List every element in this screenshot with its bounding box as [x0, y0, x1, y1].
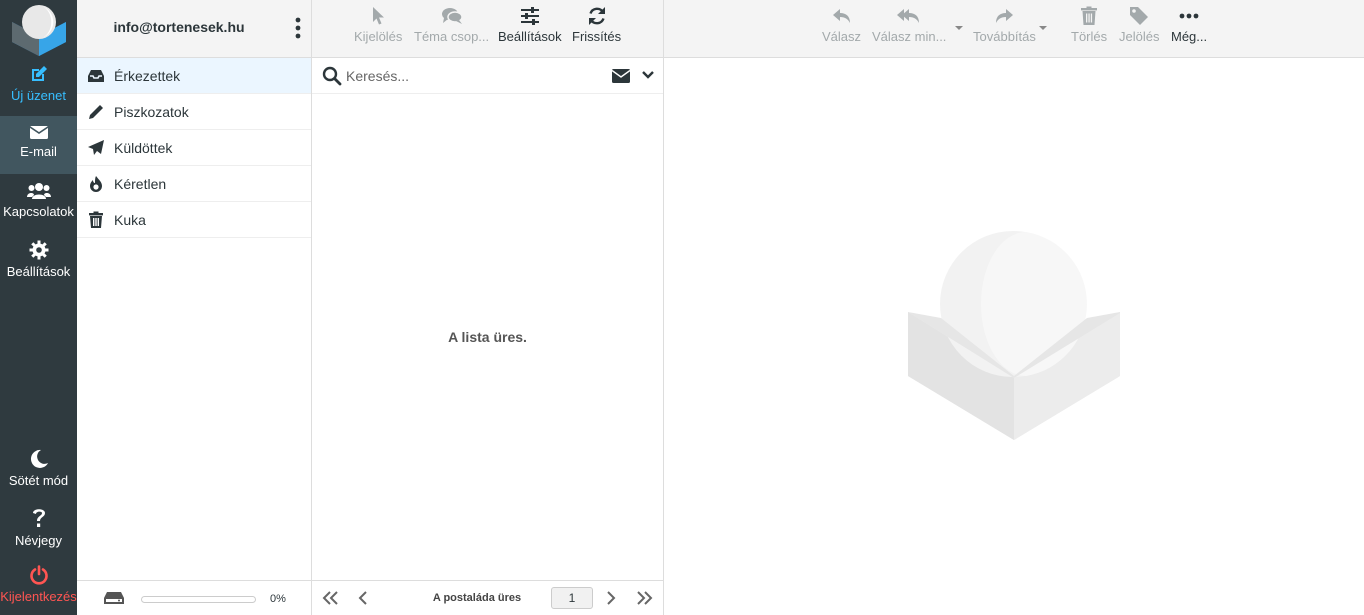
roundcube-watermark-logo — [908, 231, 1120, 440]
users-icon — [26, 183, 51, 199]
folder-drafts-label: Piszkozatok — [114, 104, 189, 120]
task-logout-label: Kijelentkezés — [0, 589, 77, 604]
delete-button-label: Törlés — [1071, 29, 1108, 44]
folder-trash[interactable]: Kuka — [77, 202, 311, 238]
last-page-icon[interactable] — [635, 591, 653, 605]
question-icon — [32, 509, 45, 527]
account-email: info@tortenesek.hu — [113, 19, 245, 35]
page-number-input[interactable]: 1 — [551, 587, 593, 609]
mark-button-label: Jelölés — [1119, 29, 1160, 44]
folder-panel: info@tortenesek.hu Érkezettek Piszkozato… — [77, 0, 312, 615]
pagination-footer: A postaláda üres 1 — [312, 580, 663, 615]
cursor-icon — [373, 7, 385, 25]
inbox-icon — [88, 70, 104, 82]
paper-plane-icon — [88, 140, 104, 155]
task-contacts-label: Kapcsolatok — [3, 204, 74, 219]
roundcube-logo[interactable] — [12, 4, 66, 56]
chevron-down-icon[interactable] — [642, 70, 654, 80]
hard-drive-icon — [104, 592, 124, 604]
pagination-status: A postaláda üres — [432, 592, 522, 604]
threads-button[interactable]: Téma csop... — [414, 6, 489, 44]
refresh-icon — [588, 7, 605, 25]
previous-page-icon[interactable] — [358, 591, 368, 605]
forward-button[interactable]: Továbbítás — [973, 6, 1036, 44]
folder-inbox[interactable]: Érkezettek — [77, 58, 311, 94]
forward-button-label: Továbbítás — [973, 29, 1036, 44]
reply-button-label: Válasz — [822, 29, 862, 44]
search-input[interactable] — [346, 64, 596, 88]
forward-icon — [996, 9, 1014, 23]
next-page-icon[interactable] — [606, 591, 616, 605]
list-toolbar: Kijelölés Téma csop... Beállítások Friss… — [312, 0, 663, 58]
threads-button-label: Téma csop... — [414, 29, 490, 44]
task-logout[interactable]: Kijelentkezés — [0, 557, 77, 615]
quota-footer: 0% — [77, 580, 311, 615]
more-button-label: Még... — [1171, 29, 1208, 44]
task-contacts[interactable]: Kapcsolatok — [0, 174, 77, 232]
task-mail-label: E-mail — [20, 144, 57, 159]
task-about[interactable]: Névjegy — [0, 499, 77, 557]
gear-icon — [29, 240, 48, 260]
task-dark-mode[interactable]: Sötét mód — [0, 441, 77, 499]
folder-trash-label: Kuka — [114, 212, 146, 228]
task-settings-label: Beállítások — [6, 264, 71, 279]
message-list-panel: Kijelölés Téma csop... Beállítások Friss… — [312, 0, 664, 615]
task-mail[interactable]: E-mail — [0, 116, 77, 174]
webmail-app: Új üzenet E-mail Kapcsolatok Beállítások… — [0, 0, 1364, 615]
message-toolbar: Válasz Válasz min... Továbbítás Törlés J… — [664, 0, 1364, 58]
empty-list-message: A lista üres. — [448, 329, 527, 345]
refresh-button-label: Frissítés — [572, 29, 622, 44]
reply-all-dropdown-icon[interactable] — [954, 25, 964, 31]
folder-header: info@tortenesek.hu — [77, 0, 311, 58]
envelope-filter-icon[interactable] — [612, 69, 630, 83]
folder-junk-label: Kéretlen — [114, 176, 167, 192]
folder-drafts[interactable]: Piszkozatok — [77, 94, 311, 130]
task-about-label: Névjegy — [15, 533, 62, 548]
envelope-icon — [29, 126, 48, 139]
folder-inbox-label: Érkezettek — [114, 68, 181, 84]
folder-junk[interactable]: Kéretlen — [77, 166, 311, 202]
comments-icon — [441, 8, 463, 24]
search-icon[interactable] — [322, 66, 342, 86]
mark-button[interactable]: Jelölés — [1119, 6, 1159, 44]
reply-button[interactable]: Válasz — [822, 6, 861, 44]
quota-bar — [141, 596, 256, 603]
forward-dropdown-icon[interactable] — [1038, 25, 1048, 31]
search-bar — [312, 58, 663, 94]
folder-sent[interactable]: Küldöttek — [77, 130, 311, 166]
list-options-button-label: Beállítások — [498, 29, 562, 44]
reply-icon — [832, 9, 850, 23]
moon-icon — [30, 449, 48, 468]
ellipsis-icon — [1179, 13, 1199, 19]
sliders-icon — [520, 7, 539, 25]
more-button[interactable]: Még... — [1171, 6, 1207, 44]
task-settings[interactable]: Beállítások — [0, 232, 77, 290]
select-button-label: Kijelölés — [354, 29, 403, 44]
fire-icon — [90, 176, 102, 192]
kebab-menu-icon[interactable] — [293, 17, 303, 39]
task-menu: Új üzenet E-mail Kapcsolatok Beállítások… — [0, 0, 77, 615]
first-page-icon[interactable] — [322, 591, 340, 605]
folder-sent-label: Küldöttek — [114, 140, 173, 156]
trash-icon — [89, 211, 103, 228]
tag-icon — [1130, 7, 1149, 25]
reply-all-icon — [897, 9, 920, 23]
list-options-button[interactable]: Beállítások — [498, 6, 562, 44]
message-content-panel: Válasz Válasz min... Továbbítás Törlés J… — [664, 0, 1364, 615]
quota-percent: 0% — [270, 593, 286, 605]
reply-all-button-label: Válasz min... — [872, 29, 947, 44]
select-button[interactable]: Kijelölés — [354, 6, 402, 44]
refresh-button[interactable]: Frissítés — [572, 6, 621, 44]
delete-button[interactable]: Törlés — [1071, 6, 1107, 44]
task-compose[interactable]: Új üzenet — [0, 58, 77, 116]
task-compose-label: Új üzenet — [11, 88, 66, 103]
task-dark-mode-label: Sötét mód — [8, 473, 69, 488]
power-icon — [29, 565, 48, 585]
compose-icon — [31, 66, 47, 81]
pencil-icon — [89, 105, 103, 119]
trash-icon — [1081, 6, 1098, 25]
reply-all-button[interactable]: Válasz min... — [872, 6, 946, 44]
